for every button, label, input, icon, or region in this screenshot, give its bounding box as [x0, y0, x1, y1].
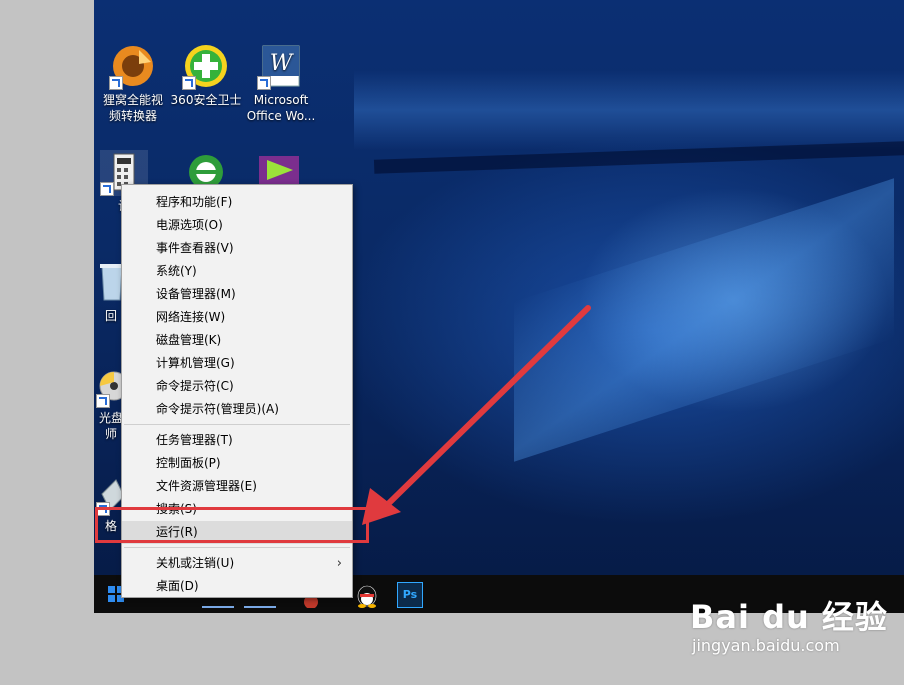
ie-icon[interactable] — [184, 150, 228, 189]
icon-label: 狸窝全能视 频转换器 — [102, 93, 163, 123]
icon-label: Microsoft Office Wo... — [246, 93, 316, 123]
photoshop-icon[interactable]: Ps — [397, 582, 423, 608]
menu-item-computer-management[interactable]: 计算机管理(G) — [122, 352, 352, 375]
media-player-icon[interactable] — [257, 152, 301, 184]
desktop-icon-word[interactable]: W Microsoft Office Wo... — [242, 42, 320, 124]
menu-item-file-explorer[interactable]: 文件资源管理器(E) — [122, 475, 352, 498]
svg-text:W: W — [270, 51, 295, 76]
baidu-jingyan-watermark: Bai du 经验 jingyan.baidu.com — [690, 592, 888, 655]
wallpaper-light-beam — [514, 178, 894, 462]
menu-item-device-manager[interactable]: 设备管理器(M) — [122, 283, 352, 306]
menu-item-label: 关机或注销(U) — [156, 556, 235, 570]
annotation-highlight-box — [95, 507, 369, 543]
menu-item-command-prompt[interactable]: 命令提示符(C) — [122, 375, 352, 398]
menu-item-power-options[interactable]: 电源选项(O) — [122, 214, 352, 237]
menu-item-command-prompt-admin[interactable]: 命令提示符(管理员)(A) — [122, 398, 352, 421]
menu-item-system[interactable]: 系统(Y) — [122, 260, 352, 283]
qq-penguin-icon[interactable] — [352, 580, 382, 608]
wallpaper-shadow — [373, 140, 904, 174]
word-icon: W — [257, 42, 305, 90]
watermark-url: jingyan.baidu.com — [692, 636, 840, 655]
menu-separator — [124, 547, 350, 548]
video-converter-icon — [109, 42, 157, 90]
menu-item-disk-management[interactable]: 磁盘管理(K) — [122, 329, 352, 352]
menu-item-desktop[interactable]: 桌面(D) — [122, 575, 352, 598]
360-safe-icon — [182, 42, 230, 90]
wallpaper-light — [354, 70, 904, 150]
menu-item-control-panel[interactable]: 控制面板(P) — [122, 452, 352, 475]
menu-item-event-viewer[interactable]: 事件查看器(V) — [122, 237, 352, 260]
menu-item-task-manager[interactable]: 任务管理器(T) — [122, 429, 352, 452]
desktop-icon-video-converter[interactable]: 狸窝全能视 频转换器 — [94, 42, 172, 124]
menu-item-shutdown-signout[interactable]: 关机或注销(U) › — [122, 552, 352, 575]
menu-item-network-connections[interactable]: 网络连接(W) — [122, 306, 352, 329]
chevron-right-icon: › — [336, 556, 342, 571]
menu-item-programs-features[interactable]: 程序和功能(F) — [122, 191, 352, 214]
icon-label: 360安全卫士 — [170, 93, 242, 107]
menu-separator — [124, 424, 350, 425]
desktop-icon-360-safe[interactable]: 360安全卫士 — [167, 42, 245, 108]
baidu-logo: Bai du 经验 — [690, 598, 888, 636]
